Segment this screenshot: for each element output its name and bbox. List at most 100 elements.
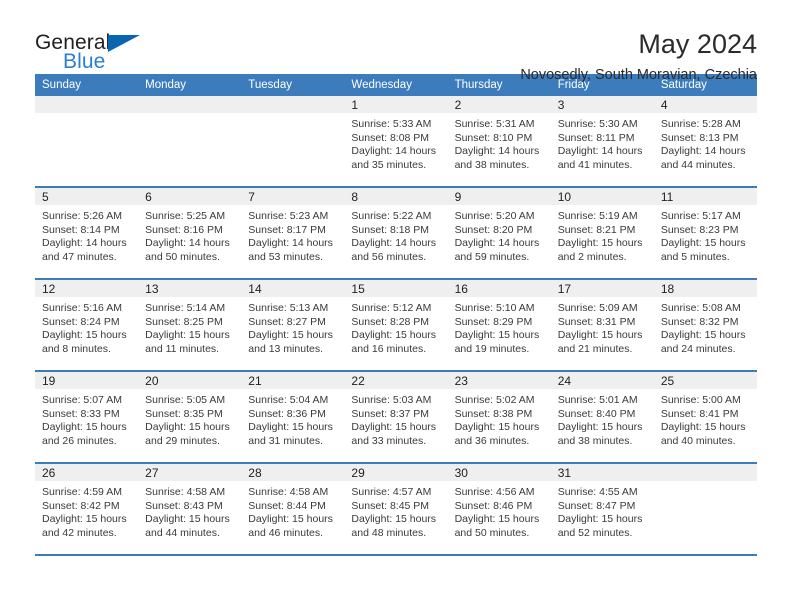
calendar-day-cell[interactable]: 1 Sunrise: 5:33 AM Sunset: 8:08 PM Daylight… bbox=[344, 96, 448, 187]
day-cell-inner bbox=[653, 464, 757, 554]
day-info: Sunrise: 5:09 AM Sunset: 8:31 PM Daylight:… bbox=[551, 297, 654, 356]
sunset-text: Sunset: 8:40 PM bbox=[557, 407, 636, 420]
calendar-day-cell[interactable]: 27 Sunrise: 4:58 AM Sunset: 8:43 PM Dayligh… bbox=[138, 462, 242, 556]
day-number: 8 bbox=[344, 188, 448, 205]
calendar-day-cell[interactable]: 25 Sunrise: 5:00 AM Sunset: 8:41 PM Dayligh… bbox=[653, 370, 757, 463]
day-number: 30 bbox=[447, 464, 551, 481]
sunset-text: Sunset: 8:43 PM bbox=[145, 499, 223, 512]
calendar-day-cell[interactable]: 28 Sunrise: 4:58 AM Sunset: 8:44 PM Dayligh… bbox=[241, 462, 345, 556]
calendar-day-cell[interactable]: 18 Sunrise: 5:08 AM Sunset: 8:32 PM Dayligh… bbox=[653, 278, 757, 371]
sunrise-text: Sunrise: 5:12 AM bbox=[351, 302, 432, 314]
daylight-text-line1: Daylight: 15 hours bbox=[557, 421, 643, 433]
daylight-text-line1: Daylight: 15 hours bbox=[42, 513, 127, 525]
daylight-text-line1: Daylight: 15 hours bbox=[351, 513, 437, 525]
calendar-day-cell[interactable]: 16 Sunrise: 5:10 AM Sunset: 8:29 PM Dayligh… bbox=[447, 278, 551, 371]
calendar-day-cell[interactable]: 10 Sunrise: 5:19 AM Sunset: 8:21 PM Dayligh… bbox=[550, 186, 654, 279]
calendar-day-cell[interactable]: 14 Sunrise: 5:13 AM Sunset: 8:27 PM Dayligh… bbox=[241, 278, 345, 371]
calendar-day-cell[interactable]: 26 Sunrise: 4:59 AM Sunset: 8:42 PM Dayligh… bbox=[35, 462, 139, 556]
calendar-day-cell[interactable]: 6 Sunrise: 5:25 AM Sunset: 8:16 PM Daylight… bbox=[138, 186, 242, 279]
day-info: Sunrise: 4:58 AM Sunset: 8:44 PM Daylight:… bbox=[241, 481, 344, 540]
sunrise-text: Sunrise: 4:58 AM bbox=[145, 486, 226, 498]
daylight-text-line1: Daylight: 15 hours bbox=[351, 421, 437, 433]
brand-logo[interactable]: General Blue bbox=[35, 30, 155, 78]
calendar-day-cell[interactable]: 30 Sunrise: 4:56 AM Sunset: 8:46 PM Dayligh… bbox=[447, 462, 551, 556]
day-info: Sunrise: 5:31 AM Sunset: 8:10 PM Daylight:… bbox=[448, 113, 551, 172]
sunrise-text: Sunrise: 5:00 AM bbox=[660, 394, 741, 406]
day-cell-inner: 20 Sunrise: 5:05 AM Sunset: 8:35 PM Dayligh… bbox=[138, 372, 242, 462]
calendar-day-cell[interactable]: 21 Sunrise: 5:04 AM Sunset: 8:36 PM Dayligh… bbox=[241, 370, 345, 463]
calendar-day-cell[interactable]: 7 Sunrise: 5:23 AM Sunset: 8:17 PM Daylight… bbox=[241, 186, 345, 279]
daylight-text-line1: Daylight: 14 hours bbox=[351, 237, 437, 249]
calendar-day-cell[interactable]: 15 Sunrise: 5:12 AM Sunset: 8:28 PM Dayligh… bbox=[344, 278, 448, 371]
calendar-week-row: 19 Sunrise: 5:07 AM Sunset: 8:33 PM Dayligh… bbox=[35, 370, 757, 463]
calendar-table: Sunday Monday Tuesday Wednesday Thursday… bbox=[35, 74, 757, 556]
day-number: 3 bbox=[550, 96, 654, 113]
brand-name-blue: Blue bbox=[63, 50, 106, 73]
day-info: Sunrise: 4:59 AM Sunset: 8:42 PM Daylight:… bbox=[35, 481, 138, 540]
weekday-header-tuesday: Tuesday bbox=[241, 74, 345, 96]
calendar-day-cell[interactable]: 20 Sunrise: 5:05 AM Sunset: 8:35 PM Dayligh… bbox=[138, 370, 242, 463]
calendar-day-cell[interactable]: 5 Sunrise: 5:26 AM Sunset: 8:14 PM Daylight… bbox=[35, 186, 139, 279]
sunrise-text: Sunrise: 5:09 AM bbox=[557, 302, 638, 314]
daylight-text-line1: Daylight: 14 hours bbox=[145, 237, 230, 249]
day-number: 16 bbox=[447, 280, 551, 297]
day-cell-inner: 14 Sunrise: 5:13 AM Sunset: 8:27 PM Dayligh… bbox=[241, 280, 345, 370]
daylight-text-line1: Daylight: 15 hours bbox=[145, 329, 230, 341]
daylight-text-line1: Daylight: 15 hours bbox=[660, 421, 746, 433]
calendar-page: General Blue May 2024 Novosedly, South M… bbox=[0, 0, 792, 612]
calendar-day-cell[interactable]: 2 Sunrise: 5:31 AM Sunset: 8:10 PM Daylight… bbox=[447, 96, 551, 187]
calendar-day-cell[interactable]: 19 Sunrise: 5:07 AM Sunset: 8:33 PM Dayligh… bbox=[35, 370, 139, 463]
daylight-text-line2: and 40 minutes. bbox=[660, 434, 736, 447]
day-cell-inner: 8 Sunrise: 5:22 AM Sunset: 8:18 PM Daylight… bbox=[344, 188, 448, 278]
calendar-day-cell[interactable]: 31 Sunrise: 4:55 AM Sunset: 8:47 PM Dayligh… bbox=[550, 462, 654, 556]
calendar-day-cell[interactable]: 11 Sunrise: 5:17 AM Sunset: 8:23 PM Dayligh… bbox=[653, 186, 757, 279]
daylight-text-line2: and 59 minutes. bbox=[454, 250, 530, 263]
daylight-text-line2: and 36 minutes. bbox=[454, 434, 530, 447]
day-number: 9 bbox=[447, 188, 551, 205]
day-cell-inner: 30 Sunrise: 4:56 AM Sunset: 8:46 PM Dayligh… bbox=[447, 464, 551, 554]
day-number: 10 bbox=[550, 188, 654, 205]
day-info: Sunrise: 4:57 AM Sunset: 8:45 PM Daylight:… bbox=[344, 481, 447, 540]
sunrise-text: Sunrise: 5:03 AM bbox=[351, 394, 432, 406]
calendar-day-cell[interactable]: 12 Sunrise: 5:16 AM Sunset: 8:24 PM Dayligh… bbox=[35, 278, 139, 371]
calendar-day-cell[interactable]: 9 Sunrise: 5:20 AM Sunset: 8:20 PM Daylight… bbox=[447, 186, 551, 279]
calendar-day-cell[interactable]: 4 Sunrise: 5:28 AM Sunset: 8:13 PM Daylight… bbox=[653, 96, 757, 187]
day-cell-inner: 29 Sunrise: 4:57 AM Sunset: 8:45 PM Dayligh… bbox=[344, 464, 448, 554]
day-info: Sunrise: 5:22 AM Sunset: 8:18 PM Daylight:… bbox=[344, 205, 447, 264]
day-number: 1 bbox=[344, 96, 448, 113]
calendar-day-cell[interactable]: 24 Sunrise: 5:01 AM Sunset: 8:40 PM Dayligh… bbox=[550, 370, 654, 463]
daylight-text-line1: Daylight: 14 hours bbox=[660, 145, 746, 157]
day-cell-inner: 22 Sunrise: 5:03 AM Sunset: 8:37 PM Dayligh… bbox=[344, 372, 448, 462]
daylight-text-line2: and 26 minutes. bbox=[42, 434, 117, 447]
day-number: 29 bbox=[344, 464, 448, 481]
calendar-day-cell[interactable]: 13 Sunrise: 5:14 AM Sunset: 8:25 PM Dayligh… bbox=[138, 278, 242, 371]
daylight-text-line1: Daylight: 14 hours bbox=[248, 237, 333, 249]
calendar-day-cell[interactable]: 8 Sunrise: 5:22 AM Sunset: 8:18 PM Daylight… bbox=[344, 186, 448, 279]
day-info: Sunrise: 5:23 AM Sunset: 8:17 PM Daylight:… bbox=[241, 205, 344, 264]
day-info: Sunrise: 5:00 AM Sunset: 8:41 PM Daylight:… bbox=[654, 389, 757, 448]
sunset-text: Sunset: 8:21 PM bbox=[557, 223, 636, 236]
sunrise-text: Sunrise: 5:22 AM bbox=[351, 210, 432, 222]
calendar-week-row: 5 Sunrise: 5:26 AM Sunset: 8:14 PM Daylight… bbox=[35, 186, 757, 279]
calendar-day-cell[interactable]: 29 Sunrise: 4:57 AM Sunset: 8:45 PM Dayligh… bbox=[344, 462, 448, 556]
calendar-day-cell[interactable]: 3 Sunrise: 5:30 AM Sunset: 8:11 PM Daylight… bbox=[550, 96, 654, 187]
day-number: 2 bbox=[447, 96, 551, 113]
day-info: Sunrise: 5:10 AM Sunset: 8:29 PM Daylight:… bbox=[448, 297, 551, 356]
daylight-text-line1: Daylight: 15 hours bbox=[557, 237, 643, 249]
calendar-day-cell[interactable]: 22 Sunrise: 5:03 AM Sunset: 8:37 PM Dayligh… bbox=[344, 370, 448, 463]
daylight-text-line2: and 24 minutes. bbox=[660, 342, 736, 355]
daylight-text-line2: and 44 minutes. bbox=[660, 158, 736, 171]
calendar-day-cell[interactable]: 23 Sunrise: 5:02 AM Sunset: 8:38 PM Dayligh… bbox=[447, 370, 551, 463]
daylight-text-line2: and 29 minutes. bbox=[145, 434, 220, 447]
day-cell-inner: 25 Sunrise: 5:00 AM Sunset: 8:41 PM Dayligh… bbox=[653, 372, 757, 462]
daylight-text-line1: Daylight: 15 hours bbox=[145, 421, 230, 433]
sunset-text: Sunset: 8:14 PM bbox=[42, 223, 120, 236]
daylight-text-line1: Daylight: 15 hours bbox=[454, 513, 540, 525]
day-info: Sunrise: 5:33 AM Sunset: 8:08 PM Daylight:… bbox=[344, 113, 447, 172]
day-cell-inner: 2 Sunrise: 5:31 AM Sunset: 8:10 PM Daylight… bbox=[447, 96, 551, 186]
calendar-day-cell[interactable]: 17 Sunrise: 5:09 AM Sunset: 8:31 PM Dayligh… bbox=[550, 278, 654, 371]
day-info: Sunrise: 5:08 AM Sunset: 8:32 PM Daylight:… bbox=[654, 297, 757, 356]
sunrise-text: Sunrise: 5:19 AM bbox=[557, 210, 638, 222]
daylight-text-line1: Daylight: 14 hours bbox=[454, 145, 540, 157]
calendar-body: 1 Sunrise: 5:33 AM Sunset: 8:08 PM Daylight… bbox=[35, 96, 757, 556]
